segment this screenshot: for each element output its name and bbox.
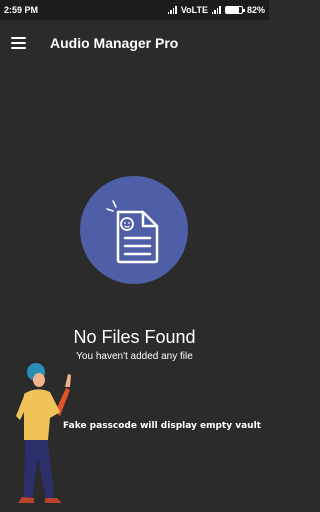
hamburger-menu-icon[interactable] <box>11 36 26 49</box>
network-type: VoLTE <box>180 5 208 15</box>
battery-percent: 82% <box>246 5 265 15</box>
pointing-person-illustration <box>16 363 71 503</box>
battery-icon <box>224 6 245 14</box>
app-bar: Audio Manager Pro <box>0 20 269 65</box>
status-bar: 2:59 PM VoLTE 82% <box>0 0 269 20</box>
status-time: 2:59 PM <box>4 5 39 15</box>
battery-fill <box>225 7 240 13</box>
empty-state-title: No Files Found <box>73 327 196 347</box>
signal-icon <box>167 6 177 14</box>
signal-icon-2 <box>211 6 221 14</box>
status-icons: VoLTE 82% <box>167 5 265 15</box>
empty-document-icon <box>80 176 188 284</box>
fake-passcode-caption: Fake passcode will display empty vault <box>63 421 261 431</box>
app-title: Audio Manager Pro <box>50 34 179 51</box>
